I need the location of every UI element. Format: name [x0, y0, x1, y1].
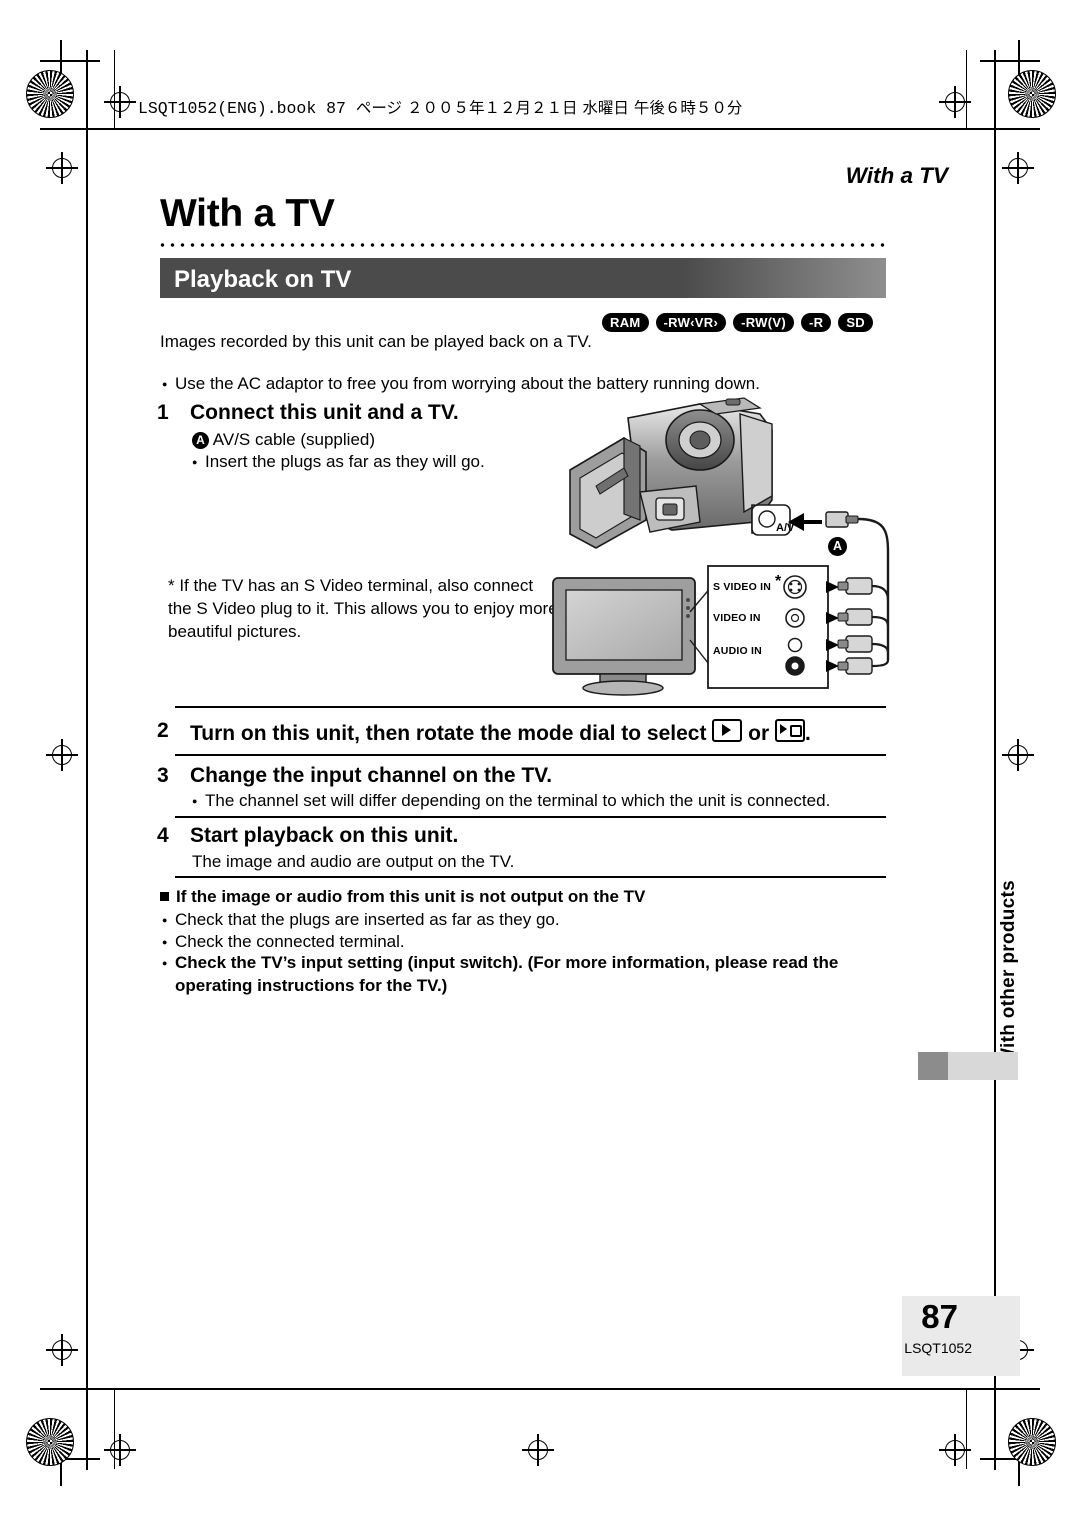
step2-title-middle: or: [748, 722, 770, 745]
intro-line: Images recorded by this unit can be play…: [160, 332, 592, 351]
troubleshoot-heading-text: If the image or audio from this unit is …: [176, 887, 646, 906]
dotted-rule: [160, 240, 886, 250]
media-badge: -R: [800, 313, 832, 332]
step2-title-prefix: Turn on this unit, then rotate the mode …: [190, 722, 707, 745]
play-mode-icon: [712, 719, 743, 742]
terminal-label-s-video: S VIDEO IN: [713, 581, 772, 593]
step-title: Start playback on this unit.: [190, 824, 459, 847]
corner-block: [86, 1388, 115, 1469]
crop-mark: [40, 128, 1040, 130]
registration-target: [522, 1434, 554, 1466]
corner-block: [966, 1388, 995, 1469]
document-code: LSQT1052: [904, 1340, 972, 1356]
step1-footnote: * If the TV has an S Video terminal, als…: [168, 576, 558, 641]
book-header-japanese: ページ ２００５年１２月２１日 水曜日 午後６時５０分: [355, 99, 743, 117]
s-video-asterisk: *: [775, 573, 782, 590]
registration-target: [1002, 739, 1034, 771]
step-title: Change the input channel on the TV.: [190, 764, 553, 787]
divider: [175, 876, 886, 878]
divider: [175, 754, 886, 756]
step-number: 2: [157, 719, 169, 742]
crop-mark: [40, 1388, 1040, 1390]
crop-mark: [994, 50, 996, 1470]
step3-bullet: The channel set will differ depending on…: [192, 789, 905, 813]
step1-bullet: Insert the plugs as far as they will go.: [192, 450, 605, 474]
book-header-ascii: LSQT1052(ENG).book 87: [138, 99, 356, 118]
step1-cable-label: AV/S cable (supplied): [212, 430, 376, 449]
registration-target: [46, 152, 78, 184]
registration-target: [939, 86, 971, 118]
step1-cable-caption: A AV/S cable (supplied): [192, 428, 552, 451]
picture-mode-icon: [775, 719, 805, 742]
corner-block: [966, 50, 995, 129]
media-badge: SD: [838, 313, 873, 332]
side-tab-block: [918, 1052, 1018, 1080]
section-header-bar: Playback on TV: [160, 258, 886, 298]
terminal-label-video: VIDEO IN: [713, 612, 761, 624]
registration-target: [1002, 152, 1034, 184]
media-badge: -RW(V): [733, 313, 794, 332]
crop-mark: [86, 50, 88, 1470]
divider: [175, 706, 886, 708]
page-title: With a TV: [160, 192, 335, 235]
registration-star: [26, 70, 74, 118]
registration-target: [46, 1334, 78, 1366]
troubleshoot-bullet: Check the TV’s input setting (input swit…: [162, 951, 875, 997]
divider: [175, 816, 886, 818]
registration-star: [26, 1418, 74, 1466]
camcorder-illustration: [569, 397, 773, 549]
registration-star: [1008, 70, 1056, 118]
page-number: 87: [921, 1298, 958, 1335]
intro-bullet: Use the AC adaptor to free you from worr…: [162, 372, 875, 396]
side-tab-label: With other products: [998, 880, 1019, 1067]
callout-a-badge: A: [192, 432, 209, 449]
square-bullet-icon: [160, 892, 169, 901]
registration-target: [46, 739, 78, 771]
step-number: 1: [157, 401, 169, 424]
manual-page: LSQT1052(ENG).book 87 ページ ２００５年１２月２１日 水曜…: [0, 0, 1080, 1526]
step-number: 4: [157, 824, 169, 847]
troubleshoot-bullet: Check that the plugs are inserted as far…: [162, 908, 875, 932]
av-plug-group: [751, 504, 890, 660]
av-cable-label: A/V: [776, 522, 795, 534]
step2-title-suffix: .: [805, 722, 811, 745]
side-tab-marker: [918, 1052, 948, 1080]
registration-star: [1008, 1418, 1056, 1466]
troubleshoot-heading: If the image or audio from this unit is …: [160, 887, 645, 907]
book-header-line: LSQT1052(ENG).book 87 ページ ２００５年１２月２１日 水曜…: [138, 96, 742, 118]
corner-block: [86, 50, 115, 129]
troubleshoot-bullet: Check the connected terminal.: [162, 930, 875, 954]
step4-body: The image and audio are output on the TV…: [192, 852, 515, 871]
section-title: Playback on TV: [174, 266, 352, 293]
step-title: Connect this unit and a TV.: [190, 401, 459, 424]
terminal-label-audio: AUDIO IN: [713, 645, 762, 657]
tv-illustration: [552, 577, 713, 696]
step-title: Turn on this unit, then rotate the mode …: [190, 719, 811, 746]
footer-block: [902, 1296, 1020, 1376]
registration-target: [939, 1434, 971, 1466]
step-number: 3: [157, 764, 169, 787]
cable-plugs: [837, 577, 890, 675]
running-head: With a TV: [845, 163, 948, 188]
callout-a-illustration: A: [828, 537, 847, 556]
